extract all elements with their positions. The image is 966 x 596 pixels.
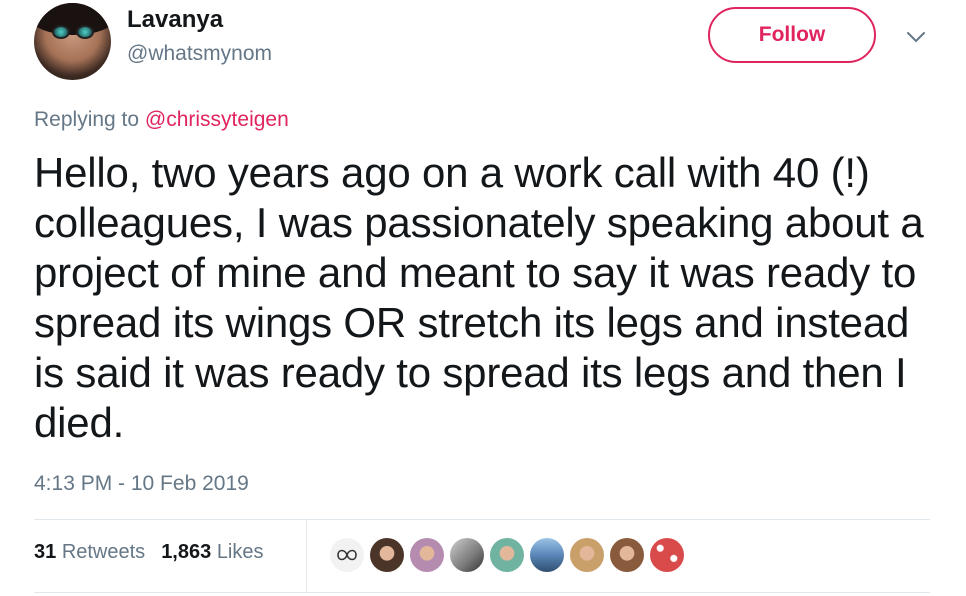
liker-avatar[interactable] xyxy=(648,536,686,574)
follow-button[interactable]: Follow xyxy=(708,7,876,63)
likes-stat[interactable]: 1,863 Likes xyxy=(161,541,263,564)
replying-prefix: Replying to xyxy=(34,108,145,131)
liker-avatars xyxy=(328,536,688,574)
retweets-count: 31 xyxy=(34,541,57,563)
author-name[interactable]: Lavanya xyxy=(127,6,223,34)
tweet-timestamp[interactable]: 4:13 PM - 10 Feb 2019 xyxy=(34,472,249,496)
author-handle[interactable]: @whatsmynom xyxy=(127,42,272,66)
liker-avatar[interactable] xyxy=(488,536,526,574)
replying-to: Replying to @chrissyteigen xyxy=(34,108,289,132)
liker-avatar[interactable] xyxy=(568,536,606,574)
likes-label: Likes xyxy=(216,541,264,563)
reply-target-link[interactable]: @chrissyteigen xyxy=(145,108,289,131)
tweet-text: Hello, two years ago on a work call with… xyxy=(34,149,924,446)
author-avatar[interactable] xyxy=(34,3,111,80)
liker-avatar[interactable] xyxy=(528,536,566,574)
retweets-label: Retweets xyxy=(61,541,146,563)
chevron-down-icon[interactable] xyxy=(904,25,928,49)
liker-avatar[interactable] xyxy=(408,536,446,574)
divider-bottom xyxy=(34,592,930,593)
liker-avatar[interactable] xyxy=(448,536,486,574)
liker-avatar[interactable] xyxy=(328,536,366,574)
liker-avatar[interactable] xyxy=(368,536,406,574)
divider-top xyxy=(34,519,930,520)
stats-divider xyxy=(306,519,307,592)
retweets-stat[interactable]: 31 Retweets xyxy=(34,541,145,564)
likes-count: 1,863 xyxy=(161,541,212,563)
avatar-glasses xyxy=(52,25,94,39)
liker-avatar[interactable] xyxy=(608,536,646,574)
engagement-stats: 31 Retweets 1,863 Likes xyxy=(34,541,264,564)
